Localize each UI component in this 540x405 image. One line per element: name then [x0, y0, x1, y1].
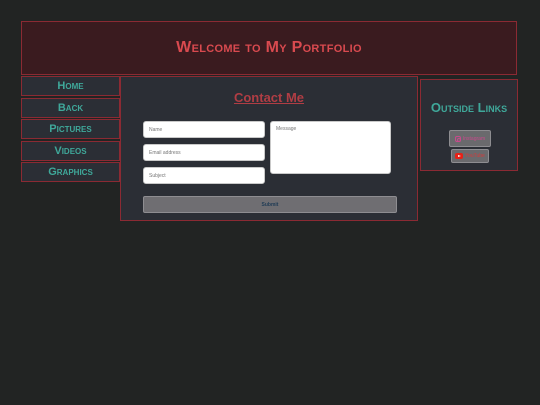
youtube-link-button[interactable]: YouTube [451, 149, 489, 163]
instagram-icon [454, 135, 461, 142]
name-field[interactable] [143, 121, 265, 138]
outside-links-title: Outside Links [430, 100, 508, 115]
contact-panel: Contact Me Submit [120, 76, 418, 221]
message-field[interactable] [270, 121, 391, 174]
nav-item-videos[interactable]: Videos [21, 140, 120, 161]
nav-item-home[interactable]: Home [21, 76, 120, 96]
instagram-link-button[interactable]: Instagram [449, 130, 491, 147]
page-title: Welcome to My Portfolio [176, 39, 362, 56]
contact-title: Contact Me [233, 90, 305, 105]
sidebar-nav: Home Back Pictures Videos Graphics [21, 76, 120, 184]
nav-item-back[interactable]: Back [21, 97, 120, 118]
submit-button[interactable]: Submit [143, 196, 397, 213]
email-field[interactable] [143, 144, 265, 161]
youtube-icon [455, 153, 464, 159]
subject-field[interactable] [143, 167, 265, 184]
nav-item-pictures[interactable]: Pictures [21, 119, 120, 140]
instagram-link-label: Instagram [462, 135, 486, 142]
youtube-link-label: YouTube [465, 153, 485, 159]
outside-links-panel: Outside Links Instagram YouTube [420, 79, 518, 171]
site-header: Welcome to My Portfolio [21, 21, 517, 75]
nav-item-graphics[interactable]: Graphics [21, 162, 120, 183]
